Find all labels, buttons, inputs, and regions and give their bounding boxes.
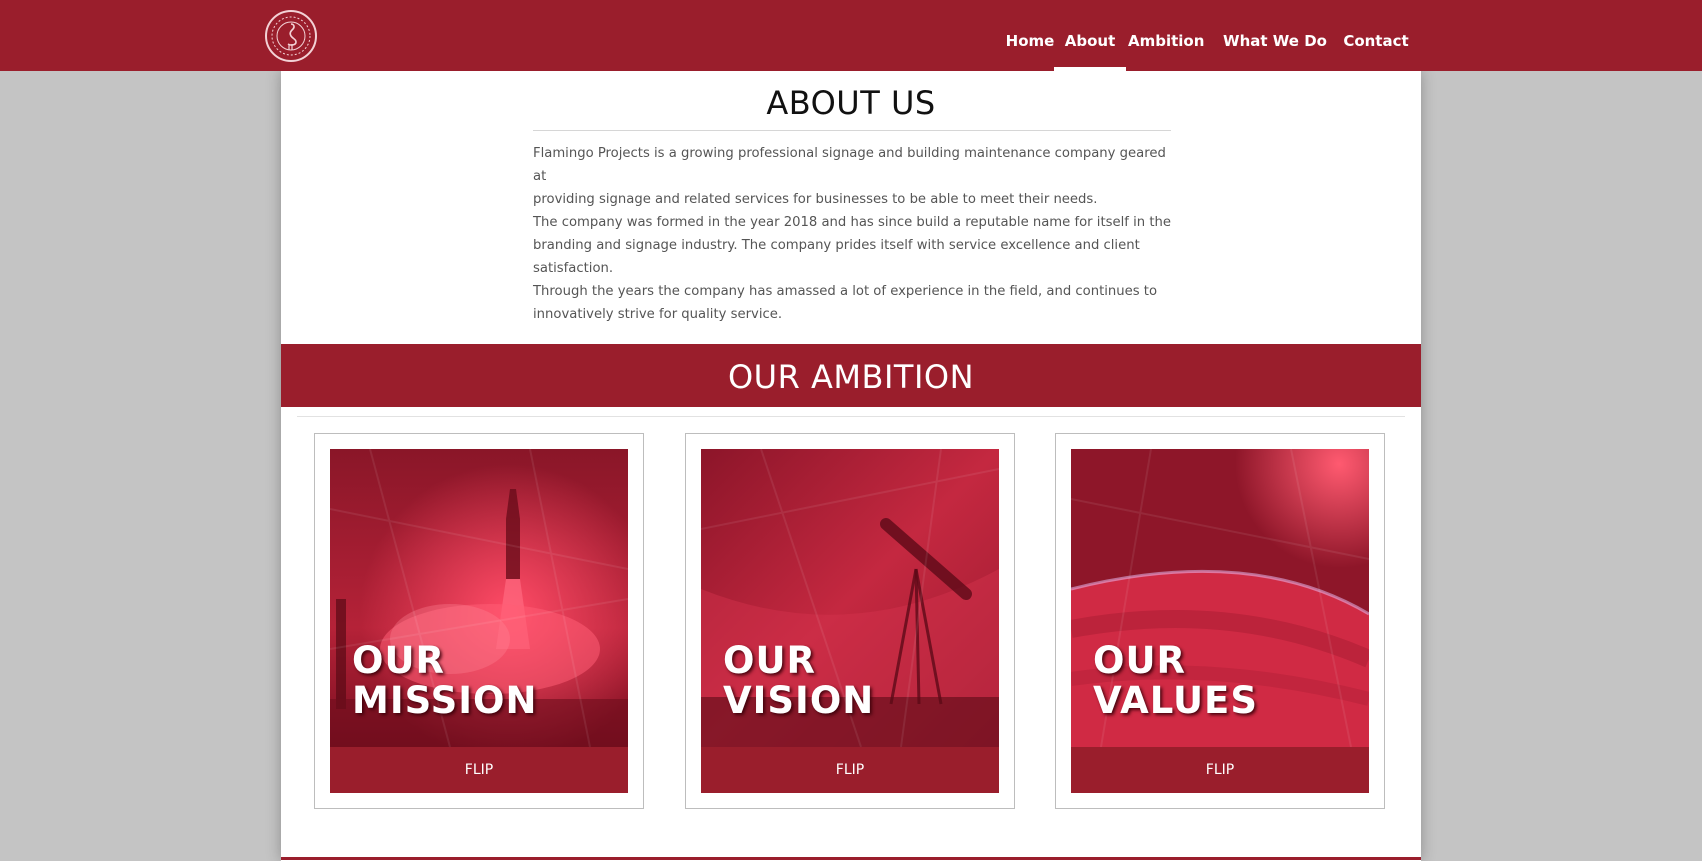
- mission-heading: OUR MISSION: [352, 641, 537, 721]
- telescope-image: OUR VISION: [701, 449, 999, 747]
- nav-what-we-do[interactable]: What We Do: [1223, 0, 1327, 71]
- about-text-line: providing signage and related services f…: [533, 192, 1098, 207]
- about-text-line: Flamingo Projects is a growing professio…: [533, 146, 1166, 184]
- flip-button-mission[interactable]: FLIP: [330, 747, 628, 793]
- top-navbar: Home About Ambition What We Do Contact: [0, 0, 1702, 71]
- card-heading-line: OUR: [723, 639, 816, 682]
- card-heading-line: VALUES: [1093, 679, 1258, 722]
- flip-button-vision[interactable]: FLIP: [701, 747, 999, 793]
- card-heading-line: MISSION: [352, 679, 538, 722]
- about-text-line: branding and signage industry. The compa…: [533, 238, 1140, 276]
- section-bottom-border: [281, 857, 1421, 860]
- ambition-banner: OUR AMBITION: [281, 344, 1421, 407]
- values-card: OUR VALUES FLIP: [1055, 433, 1385, 809]
- about-paragraph-2: The company was formed in the year 2018 …: [533, 211, 1173, 326]
- card-heading-line: OUR: [1093, 639, 1186, 682]
- flamingo-logo[interactable]: [265, 10, 317, 62]
- about-paragraph-1: Flamingo Projects is a growing professio…: [533, 142, 1173, 211]
- nav-about[interactable]: About: [1054, 0, 1126, 71]
- mission-card: OUR MISSION FLIP: [314, 433, 644, 809]
- vision-card: OUR VISION FLIP: [685, 433, 1015, 809]
- about-text-line: The company was formed in the year 2018 …: [533, 215, 1171, 230]
- rocket-launch-image: OUR MISSION: [330, 449, 628, 747]
- ambition-divider: [297, 416, 1405, 417]
- nav-contact[interactable]: Contact: [1341, 0, 1411, 71]
- main-content: ABOUT US Flamingo Projects is a growing …: [281, 71, 1421, 861]
- planet-horizon-image: OUR VALUES: [1071, 449, 1369, 747]
- card-heading-line: VISION: [723, 679, 875, 722]
- about-text-line: innovatively strive for quality service.: [533, 307, 783, 322]
- ambition-title: OUR AMBITION: [727, 358, 974, 396]
- flip-button-values[interactable]: FLIP: [1071, 747, 1369, 793]
- card-heading-line: OUR: [352, 639, 445, 682]
- nav-ambition[interactable]: Ambition: [1128, 0, 1204, 71]
- about-divider: [533, 130, 1171, 131]
- about-text-line: Through the years the company has amasse…: [533, 284, 1158, 299]
- values-heading: OUR VALUES: [1093, 641, 1258, 721]
- vision-heading: OUR VISION: [723, 641, 874, 721]
- about-title: ABOUT US: [766, 84, 936, 122]
- flamingo-icon: [271, 16, 311, 56]
